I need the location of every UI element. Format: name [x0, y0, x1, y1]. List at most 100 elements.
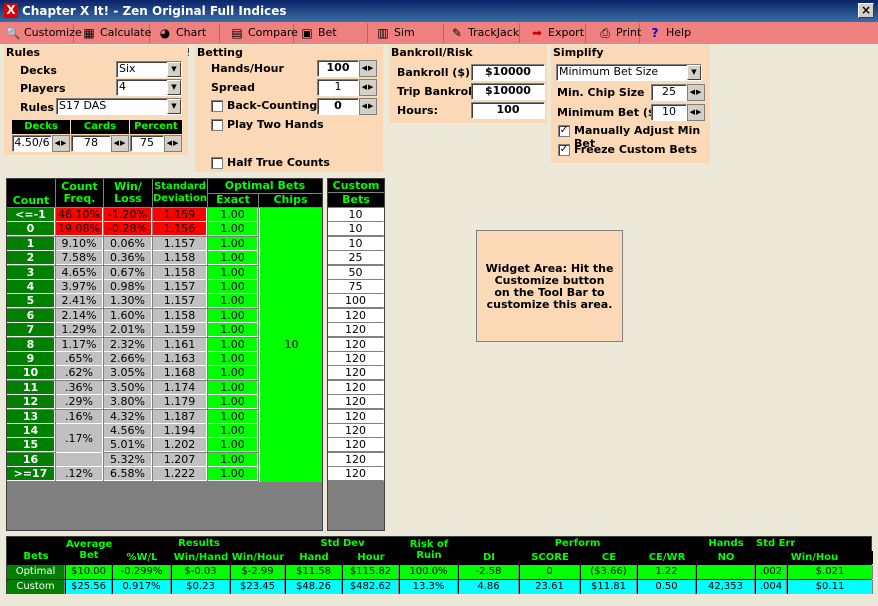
custom-summary-cell: 0.50	[638, 580, 696, 594]
customize-button[interactable]: 🔍 Customize	[2, 23, 82, 43]
calculate-button[interactable]: ▦ Calculate	[78, 23, 151, 43]
optimal-summary-cell: -0.299%	[113, 565, 171, 579]
custom-summary-cell: Custom	[7, 580, 65, 594]
help-button[interactable]: ? Help	[644, 23, 692, 43]
custom-bet-cell[interactable]: 50	[328, 266, 384, 280]
rules-panel: Rules Decks Six ▼ Players 4 ▼ Rules S17 DA…	[4, 45, 188, 155]
back-counting-checkbox[interactable]	[211, 100, 223, 112]
header-bets: Bets	[7, 537, 65, 564]
minimum-bet-spinner[interactable]: ◀▶	[687, 104, 705, 121]
simplify-mode-select[interactable]: Minimum Bet Size ▼	[556, 64, 702, 81]
play-two-hands-checkbox[interactable]	[211, 119, 223, 131]
freeze-custom-bets-checkbox[interactable]: ✓	[558, 144, 570, 156]
hours-input[interactable]: 100	[471, 102, 545, 119]
count-cell: 9	[7, 352, 55, 366]
custom-bet-cell[interactable]: 120	[328, 309, 384, 323]
count-cell: 3	[7, 266, 55, 280]
custom-bet-cell[interactable]: 75	[328, 280, 384, 294]
trackjack-button[interactable]: ✎ TrackJack	[446, 23, 520, 43]
custom-bet-cell[interactable]: 100	[328, 294, 384, 308]
chevron-down-icon: ▼	[167, 99, 181, 114]
exact-bet-cell: 1.00	[208, 251, 258, 265]
custom-bet-cell[interactable]: 120	[328, 366, 384, 380]
custom-bet-cell[interactable]: 120	[328, 438, 384, 452]
win-loss-cell: 3.05%	[104, 366, 152, 380]
percent-input[interactable]: 75	[130, 135, 164, 152]
chevron-down-icon: ▼	[167, 62, 181, 77]
min-chip-size-input[interactable]: 25	[651, 84, 687, 101]
optimal-summary-cell: $-2.99	[231, 565, 285, 579]
players-select[interactable]: 4 ▼	[116, 79, 182, 96]
custom-bet-cell[interactable]: 120	[328, 395, 384, 409]
decks-dealt-input[interactable]: 4.50/6	[12, 135, 52, 152]
custom-bet-cell[interactable]: 10	[328, 208, 384, 222]
summary-col-header: SCORE	[520, 551, 580, 564]
min-chip-size-spinner[interactable]: ◀▶	[687, 84, 705, 101]
decks-select[interactable]: Six ▼	[116, 61, 182, 78]
win-loss-cell: 2.32%	[104, 338, 152, 352]
rules-select[interactable]: S17 DAS ▼	[56, 98, 182, 115]
header-count: Count	[7, 179, 55, 207]
optimal-summary-cell: $10.00	[66, 565, 112, 579]
manually-adjust-checkbox[interactable]: ✓	[558, 125, 570, 137]
custom-bet-cell[interactable]: 120	[328, 352, 384, 366]
summary-col-header: Hand	[286, 551, 342, 564]
decks-spinner[interactable]: ◀▶	[52, 135, 70, 152]
count-cell: 12	[7, 395, 55, 409]
custom-summary-cell: $0.23	[172, 580, 230, 594]
spread-spinner[interactable]: ◀▶	[359, 79, 377, 96]
bet-report-button[interactable]: ▣Bet Report	[296, 23, 368, 59]
win-loss-cell: 4.32%	[104, 410, 152, 424]
trip-bankroll-label: Trip Bankroll	[397, 85, 476, 98]
hands-hour-spinner[interactable]: ◀▶	[359, 60, 377, 77]
compare-icon: ▤	[231, 26, 243, 40]
bankroll-input[interactable]: $10000	[471, 64, 545, 81]
custom-summary-cell: $482.62	[343, 580, 399, 594]
cards-input[interactable]: 78	[71, 135, 111, 152]
header-bets: Bets	[328, 193, 384, 207]
cards-spinner[interactable]: ◀▶	[111, 135, 129, 152]
widget-area[interactable]: Widget Area: Hit the Customize button on…	[476, 230, 623, 342]
freq-cell: .12%	[56, 467, 103, 481]
back-counting-input[interactable]: 0	[317, 98, 359, 115]
close-button[interactable]: ×	[858, 3, 874, 18]
custom-bet-cell[interactable]: 120	[328, 424, 384, 438]
back-counting-spinner[interactable]: ◀▶	[359, 98, 377, 115]
optimal-summary-cell: .002	[756, 565, 787, 579]
header-count-freq: Count Freq.	[56, 179, 103, 207]
custom-summary-cell: 13.3%	[400, 580, 458, 594]
exact-bet-cell: 1.00	[208, 266, 258, 280]
custom-bet-cell[interactable]: 120	[328, 467, 384, 481]
custom-bet-cell[interactable]: 120	[328, 410, 384, 424]
custom-bet-cell[interactable]: 10	[328, 222, 384, 236]
count-cell: 15	[7, 438, 55, 452]
custom-bet-cell[interactable]: 120	[328, 381, 384, 395]
report-icon: ▣	[301, 26, 313, 40]
custom-bet-cell[interactable]: 25	[328, 251, 384, 265]
export-button[interactable]: ➡ Export	[526, 23, 586, 43]
spread-input[interactable]: 1	[317, 79, 359, 96]
percent-spinner[interactable]: ◀▶	[164, 135, 182, 152]
summary-col-header: Win/Hou	[756, 551, 873, 564]
hands-hour-input[interactable]: 100	[317, 60, 359, 77]
freq-cell: .16%	[56, 410, 103, 424]
custom-bet-cell[interactable]: 120	[328, 323, 384, 337]
print-button[interactable]: ⎙ Print	[594, 23, 641, 43]
decks-label: Decks	[20, 64, 57, 77]
trip-bankroll-input[interactable]: $10000	[471, 83, 545, 100]
header-optimal-bets: Optimal Bets	[208, 179, 322, 193]
printer-icon: ⎙	[600, 26, 610, 40]
minimum-bet-input[interactable]: 10	[651, 104, 687, 121]
sim-parms-button[interactable]: ▥Sim Parms	[372, 23, 444, 59]
compare-button[interactable]: ▤ Compare	[226, 23, 298, 43]
optimal-summary-cell: $11.58	[286, 565, 342, 579]
half-true-counts-checkbox[interactable]	[211, 157, 223, 169]
custom-bet-cell[interactable]: 120	[328, 453, 384, 467]
header-chips: Chips	[259, 194, 322, 207]
custom-summary-cell: 23.61	[520, 580, 580, 594]
custom-bet-cell[interactable]: 120	[328, 338, 384, 352]
chart-it-button[interactable]: ◕Chart IT!	[154, 23, 220, 59]
sub-header-cards: Cards	[71, 120, 129, 134]
custom-bet-cell[interactable]: 10	[328, 237, 384, 251]
count-cell: 0	[7, 222, 55, 236]
